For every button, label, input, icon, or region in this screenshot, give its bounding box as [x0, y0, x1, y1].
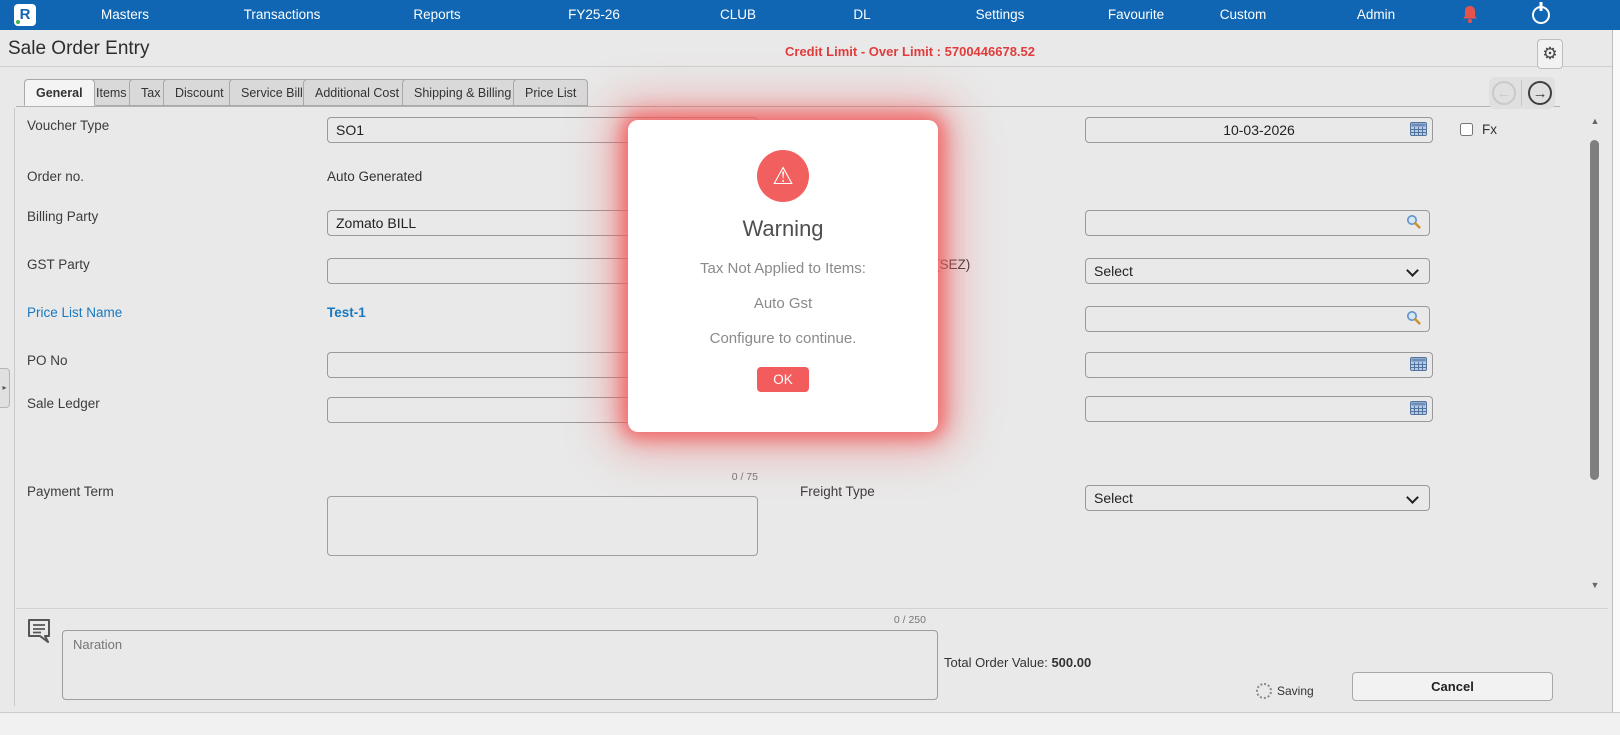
sez-select[interactable]: Select [1085, 258, 1430, 284]
total-order-value-label: Total Order Value: [944, 655, 1048, 670]
fx-checkbox[interactable] [1460, 123, 1473, 136]
content-left-border [14, 108, 15, 706]
scrollbar-thumb[interactable] [1590, 140, 1599, 480]
date-input[interactable] [1085, 117, 1433, 143]
narration-textarea[interactable] [62, 630, 938, 700]
top-nav-bar: R Masters Transactions Reports FY25-26 C… [0, 0, 1620, 30]
tab-additional-cost[interactable]: Additional Cost [303, 79, 412, 106]
warning-icon: ⚠ [757, 150, 809, 202]
tab-price-list[interactable]: Price List [513, 79, 589, 106]
ok-button[interactable]: OK [757, 367, 809, 392]
sale-order-entry-screen: R Masters Transactions Reports FY25-26 C… [0, 0, 1620, 735]
logout-power-icon[interactable] [1532, 6, 1550, 24]
footer-divider [16, 608, 1608, 609]
tab-discount[interactable]: Discount [163, 79, 236, 106]
payment-term-label: Payment Term [27, 484, 114, 499]
window-right-edge [1612, 30, 1620, 735]
lookup-input-2[interactable] [1085, 306, 1430, 332]
po-no-label: PO No [27, 353, 68, 368]
payment-term-counter: 0 / 75 [731, 471, 758, 483]
gst-party-label: GST Party [27, 257, 90, 272]
saving-label: Saving [1277, 684, 1314, 698]
page-title: Sale Order Entry [8, 38, 150, 59]
nav-item-custom[interactable]: Custom [1220, 0, 1267, 30]
calendar-icon-2[interactable] [1410, 357, 1427, 376]
sez-label: (SEZ) [935, 257, 971, 272]
total-order-value: Total Order Value: 500.00 [944, 655, 1091, 670]
date-input-2[interactable] [1085, 352, 1433, 378]
vertical-scrollbar[interactable]: ▲ ▼ [1586, 114, 1604, 596]
warning-message-line-2: Auto Gst [753, 295, 813, 312]
search-icon[interactable] [1406, 214, 1421, 234]
total-order-value-amount: 500.00 [1051, 655, 1092, 670]
warning-message-line-3: Configure to continue. [709, 330, 857, 347]
gear-icon[interactable]: ⚙ [1537, 39, 1563, 69]
calendar-icon-3[interactable] [1410, 401, 1427, 420]
tab-service-bill[interactable]: Service Bill [229, 79, 315, 106]
fx-checkbox-row: Fx [1456, 120, 1497, 139]
nav-item-favourite[interactable]: Favourite [1108, 0, 1164, 30]
warning-dialog-title: Warning [742, 216, 824, 241]
side-panel-expand-handle[interactable]: ▸ [0, 368, 10, 408]
pager-forward-icon[interactable]: → [1528, 81, 1553, 105]
warning-message-line-1: Tax Not Applied to Items: [700, 260, 866, 277]
order-no-value: Auto Generated [327, 169, 423, 184]
bottom-strip [0, 712, 1620, 735]
scroll-up-icon[interactable]: ▲ [1586, 116, 1604, 130]
nav-item-masters[interactable]: Masters [101, 0, 149, 30]
spinner-icon [1256, 683, 1272, 699]
narration-counter: 0 / 250 [893, 614, 926, 626]
order-no-label: Order no. [27, 169, 85, 184]
nav-item-reports[interactable]: Reports [413, 0, 460, 30]
notification-bell-icon[interactable] [1462, 5, 1478, 25]
tab-general[interactable]: General [24, 79, 95, 106]
cancel-button[interactable]: Cancel [1352, 672, 1553, 701]
nav-item-admin[interactable]: Admin [1357, 0, 1395, 30]
credit-limit-warning: Credit Limit - Over Limit : 5700446678.5… [785, 44, 1035, 59]
party-lookup-input[interactable] [1085, 210, 1430, 236]
freight-type-label: Freight Type [800, 484, 875, 499]
warning-dialog: ⚠ Warning Tax Not Applied to Items: Auto… [628, 120, 938, 432]
payment-term-textarea[interactable] [327, 496, 758, 556]
date-input-3[interactable] [1085, 396, 1433, 422]
voucher-type-label: Voucher Type [27, 118, 110, 133]
scroll-down-icon[interactable]: ▼ [1586, 580, 1604, 594]
nav-item-settings[interactable]: Settings [976, 0, 1025, 30]
search-icon-2[interactable] [1406, 310, 1421, 330]
price-list-name-link[interactable]: Price List Name [27, 305, 122, 320]
fx-label: Fx [1482, 122, 1497, 137]
tab-pager: ← → [1489, 77, 1555, 109]
app-logo[interactable]: R [14, 4, 36, 26]
nav-item-dl[interactable]: DL [853, 0, 870, 30]
nav-item-club[interactable]: CLUB [720, 0, 756, 30]
pager-divider [1521, 80, 1523, 106]
nav-item-fiscal-year[interactable]: FY25-26 [568, 0, 620, 30]
billing-party-label: Billing Party [27, 209, 99, 224]
logo-green-dot [16, 20, 20, 24]
narration-note-icon [26, 617, 52, 649]
pager-back-icon[interactable]: ← [1491, 81, 1516, 105]
freight-type-select[interactable]: Select [1085, 485, 1430, 511]
tab-shipping-billing[interactable]: Shipping & Billing [402, 79, 524, 106]
nav-item-transactions[interactable]: Transactions [244, 0, 321, 30]
price-list-name-value[interactable]: Test-1 [327, 305, 366, 320]
calendar-icon[interactable] [1410, 122, 1427, 141]
sale-ledger-label: Sale Ledger [27, 396, 100, 411]
saving-indicator: Saving [1256, 683, 1314, 699]
